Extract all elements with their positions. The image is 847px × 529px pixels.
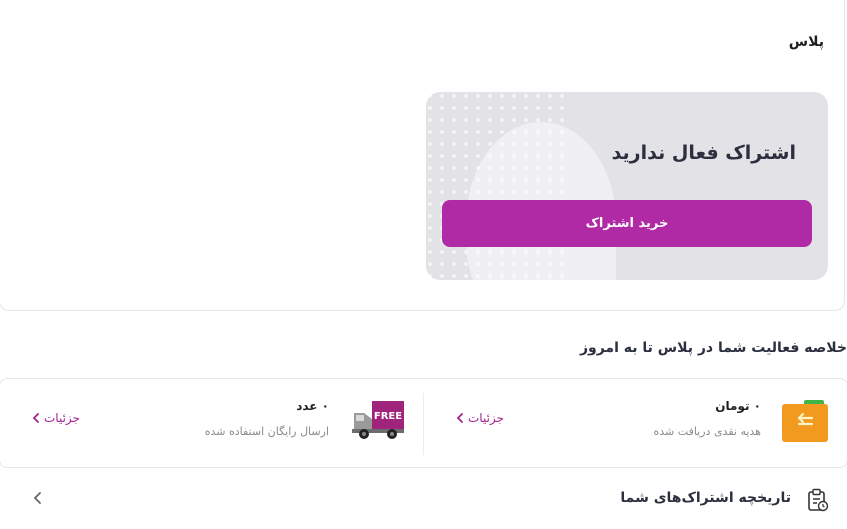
free-shipping-details-link[interactable]: جزئیات <box>32 411 80 425</box>
free-shipping-value: ۰ عدد <box>296 399 329 413</box>
chevron-left-icon <box>456 413 463 423</box>
cash-gift-value: ۰ تومان <box>715 399 761 413</box>
subscription-history-row[interactable]: تاریخچه اشتراک‌های شما <box>0 478 847 522</box>
cash-gift-description: هدیه نقدی دریافت شده <box>653 425 761 438</box>
free-shipping-truck-icon: FREE <box>352 401 404 439</box>
clipboard-history-icon <box>808 488 829 512</box>
details-label: جزئیات <box>44 411 80 425</box>
details-label: جزئیات <box>468 411 504 425</box>
subscription-history-label: تاریخچه اشتراک‌های شما <box>620 490 791 506</box>
page-title: پلاس <box>788 34 824 50</box>
stats-box: ۰ تومان هدیه نقدی دریافت شده جزئیات FREE… <box>0 378 847 468</box>
buy-subscription-button[interactable]: خرید اشتراک <box>442 200 812 247</box>
subscription-panel: اشتراک فعال ندارید خرید اشتراک <box>426 92 828 280</box>
subscription-status: اشتراک فعال ندارید <box>611 142 796 164</box>
cash-gift-details-link[interactable]: جزئیات <box>456 411 504 425</box>
cash-return-icon <box>782 400 828 442</box>
activity-summary-title: خلاصه فعالیت شما در پلاس تا به امروز <box>579 340 847 356</box>
chevron-left-icon <box>32 413 39 423</box>
svg-text:FREE: FREE <box>374 411 402 422</box>
free-shipping-description: ارسال رایگان استفاده شده <box>204 425 329 438</box>
plus-card: پلاس اشتراک فعال ندارید خرید اشتراک <box>0 0 845 311</box>
stats-divider <box>423 393 424 455</box>
chevron-left-icon <box>33 492 41 504</box>
